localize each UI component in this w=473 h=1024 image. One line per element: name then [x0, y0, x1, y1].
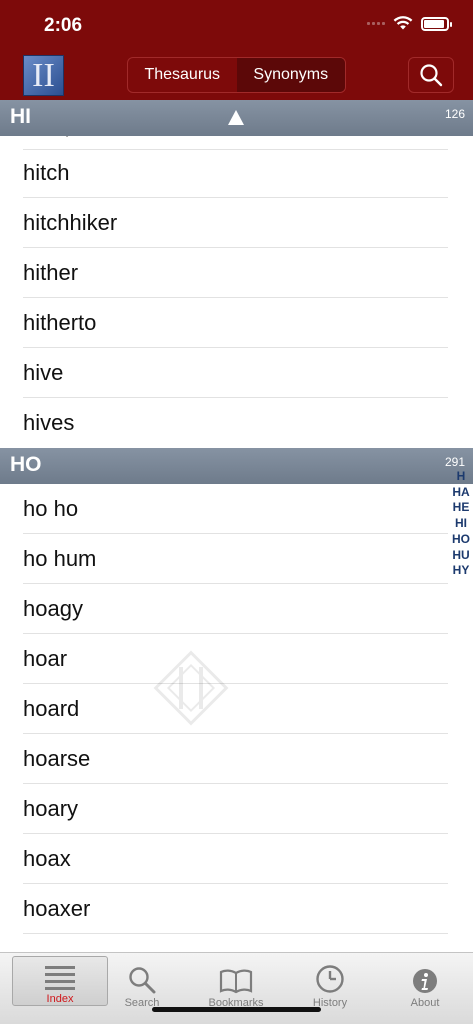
index-entry[interactable]: H: [449, 469, 473, 485]
search-button[interactable]: [408, 57, 454, 93]
mode-segmented-control: Thesaurus Synonyms: [127, 57, 346, 93]
tab-label: About: [410, 997, 440, 1009]
wifi-icon: [393, 16, 413, 30]
list-icon: [45, 966, 75, 990]
tab-bar: Index Search Bookmarks History About: [0, 952, 473, 1024]
section-index-bar[interactable]: H HA HE HI HO HU HY: [449, 469, 473, 579]
list-item[interactable]: hoax: [23, 834, 448, 884]
app-logo[interactable]: II: [23, 55, 64, 96]
index-entry[interactable]: HU: [449, 548, 473, 564]
scroll-up-arrow-icon[interactable]: [228, 110, 244, 125]
battery-icon: [421, 16, 452, 31]
list-item[interactable]: hitchhiker: [23, 198, 448, 248]
index-entry[interactable]: HY: [449, 563, 473, 579]
tab-about[interactable]: About: [378, 953, 472, 1009]
watermark-logo-icon: [153, 650, 229, 726]
tab-index[interactable]: Index: [12, 956, 108, 1006]
status-time: 2:06: [44, 15, 83, 36]
tab-bookmarks[interactable]: Bookmarks: [189, 953, 283, 1009]
section-header-ho: HO 291: [0, 448, 473, 484]
search-icon: [129, 967, 156, 994]
index-entry[interactable]: HE: [449, 500, 473, 516]
list-item[interactable]: hives: [23, 398, 448, 448]
section-letters: HO: [10, 453, 42, 476]
book-icon: [219, 969, 253, 994]
index-entry[interactable]: HO: [449, 532, 473, 548]
list-item[interactable]: hoarse: [23, 734, 448, 784]
segment-synonyms[interactable]: Synonyms: [236, 58, 345, 92]
index-entry[interactable]: HA: [449, 485, 473, 501]
list-item[interactable]: hive: [23, 348, 448, 398]
status-icons: [367, 16, 452, 31]
section-letters: HI: [10, 105, 31, 128]
list-item[interactable]: hoagy: [23, 584, 448, 634]
list-item[interactable]: hitch: [23, 148, 448, 198]
navigation-bar: 2:06 II Thesaurus Synonyms: [0, 0, 473, 100]
list-item[interactable]: ho hum: [23, 534, 448, 584]
segment-thesaurus[interactable]: Thesaurus: [128, 58, 237, 92]
cellular-signal-icon: [367, 22, 385, 25]
section-count: 291: [444, 455, 465, 469]
info-icon: [413, 969, 437, 993]
tab-history[interactable]: History: [283, 953, 377, 1009]
list-item[interactable]: hoary: [23, 784, 448, 834]
list-item[interactable]: hither: [23, 248, 448, 298]
index-entry[interactable]: HI: [449, 516, 473, 532]
list-item[interactable]: hitherto: [23, 298, 448, 348]
section-header-hi: HI 126: [0, 100, 473, 136]
list-item[interactable]: ho ho: [23, 484, 448, 534]
clock-icon: [316, 965, 344, 993]
word-list[interactable]: hit upon HI 126 hitch hitchhiker hither …: [0, 100, 473, 952]
tab-label: Index: [46, 993, 74, 1005]
search-icon: [420, 64, 443, 87]
home-indicator: [152, 1007, 321, 1012]
tab-search[interactable]: Search: [95, 953, 189, 1009]
section-count: 126: [444, 107, 465, 121]
list-item[interactable]: hoard: [23, 684, 448, 734]
list-item[interactable]: hoar: [23, 634, 448, 684]
list-item[interactable]: hoaxer: [23, 884, 448, 934]
